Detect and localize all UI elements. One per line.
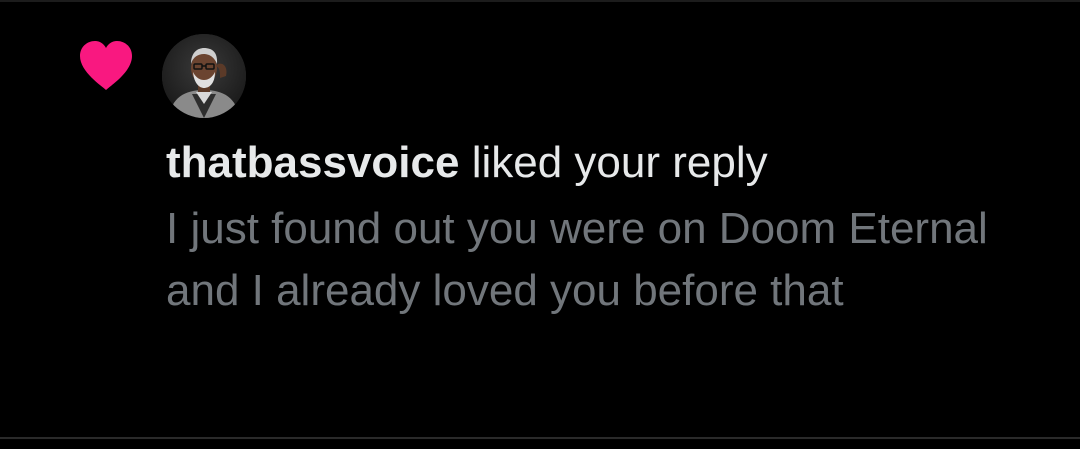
avatar-photo (162, 34, 246, 118)
username-link[interactable]: thatbassvoice (166, 138, 459, 187)
notification-content: thatbassvoice liked your reply I just fo… (166, 132, 1046, 322)
action-text: liked your reply (459, 138, 768, 187)
user-avatar[interactable] (162, 34, 246, 118)
bottom-divider (0, 437, 1080, 439)
heart-icon (80, 41, 132, 90)
like-notification[interactable]: thatbassvoice liked your reply I just fo… (0, 0, 1080, 449)
notification-headline: thatbassvoice liked your reply (166, 132, 1046, 194)
top-divider (0, 0, 1080, 2)
reply-preview-text[interactable]: I just found out you were on Doom Eterna… (166, 198, 1026, 322)
